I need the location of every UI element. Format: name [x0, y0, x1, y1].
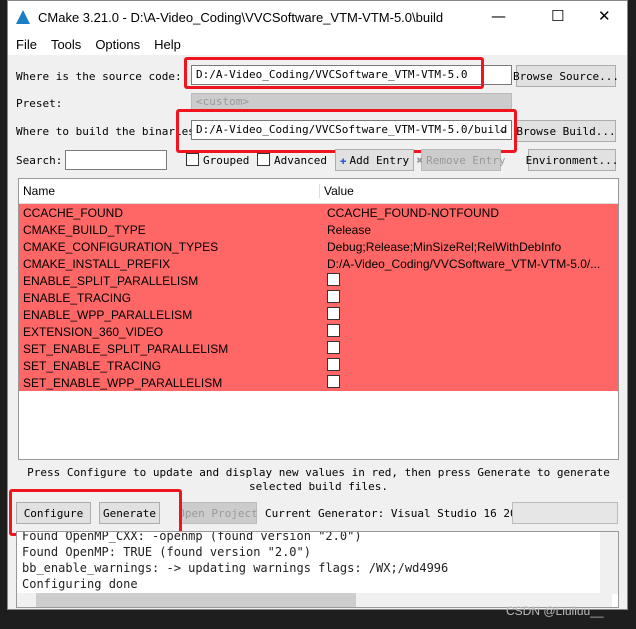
table-row[interactable]: EXTENSION_360_VIDEO	[19, 323, 618, 340]
row-name: SET_ENABLE_SPLIT_PARALLELISM	[23, 341, 229, 356]
row-name: CMAKE_BUILD_TYPE	[23, 222, 146, 237]
value-checkbox[interactable]	[327, 306, 340, 320]
row-name: SET_ENABLE_TRACING	[23, 358, 162, 373]
row-value[interactable]: Release	[323, 223, 618, 237]
row-name: ENABLE_TRACING	[23, 290, 132, 305]
row-value[interactable]	[323, 357, 618, 374]
row-value[interactable]: CCACHE_FOUND-NOTFOUND	[323, 206, 618, 220]
header-value[interactable]: Value	[320, 184, 354, 198]
value-checkbox[interactable]	[327, 374, 340, 388]
table-row[interactable]: CMAKE_CONFIGURATION_TYPES Debug;Release;M…	[19, 238, 618, 255]
row-name: CMAKE_CONFIGURATION_TYPES	[23, 239, 219, 254]
row-value[interactable]	[323, 323, 618, 340]
highlight-build	[176, 109, 517, 153]
menu-file[interactable]: File	[16, 37, 37, 52]
highlight-actions	[9, 489, 182, 536]
value-checkbox[interactable]	[327, 340, 340, 354]
table-row[interactable]: ENABLE_WPP_PARALLELISM	[19, 306, 618, 323]
row-name: SET_ENABLE_WPP_PARALLELISM	[23, 375, 223, 390]
log-line: Configuring done	[22, 577, 138, 591]
grouped-checkbox[interactable]	[186, 153, 199, 166]
table-row[interactable]: CMAKE_INSTALL_PREFIX D:/A-Video_Coding/VV…	[19, 255, 618, 272]
value-checkbox[interactable]	[327, 323, 340, 337]
log-line: Found OpenMP: TRUE (found version "2.0")	[22, 545, 311, 559]
search-input[interactable]	[65, 150, 167, 170]
window-title: CMake 3.21.0 - D:\A-Video_Coding\VVCSoft…	[38, 9, 444, 25]
add-entry-label: Add Entry	[349, 153, 410, 167]
progress-bar	[512, 502, 618, 524]
row-name: ENABLE_WPP_PARALLELISM	[23, 307, 193, 322]
highlight-source	[184, 57, 484, 89]
remove-entry-label: Remove Entry	[426, 153, 506, 167]
row-value[interactable]	[323, 306, 618, 323]
output-log[interactable]: Found OpenMP_CXX: -openmp (found version…	[16, 531, 619, 608]
browse-source-button[interactable]: Browse Source...	[513, 65, 619, 87]
table-row[interactable]: ENABLE_SPLIT_PARALLELISM	[19, 272, 618, 289]
value-checkbox[interactable]	[327, 357, 340, 371]
advanced-label: Advanced	[274, 154, 327, 167]
add-entry-button[interactable]: ✚ Add Entry	[335, 149, 414, 171]
row-value[interactable]	[323, 272, 618, 289]
cache-table: Name Value CCACHE_FOUND CCACHE_FOUND-NOTF…	[18, 178, 619, 460]
log-line: bb_enable_warnings: -> updating warnings…	[22, 561, 449, 575]
open-project-button: Open Project	[178, 502, 258, 524]
plus-icon: ✚	[339, 153, 347, 167]
value-checkbox[interactable]	[327, 289, 340, 303]
row-name: CMAKE_INSTALL_PREFIX	[23, 256, 171, 271]
menu-tools[interactable]: Tools	[51, 37, 81, 52]
minimize-icon[interactable]: —	[491, 7, 506, 25]
table-row[interactable]: SET_ENABLE_WPP_PARALLELISM	[19, 374, 618, 391]
remove-entry-button: ✖ Remove Entry	[416, 149, 506, 171]
value-checkbox[interactable]	[327, 272, 340, 286]
maximize-icon[interactable]: ☐	[551, 7, 564, 25]
browse-build-button[interactable]: Browse Build...	[516, 120, 616, 142]
row-value[interactable]: Debug;Release;MinSizeRel;RelWithDebInfo	[323, 240, 618, 254]
header-name[interactable]: Name	[19, 184, 320, 198]
scroll-thumb[interactable]	[36, 593, 356, 607]
cmake-logo-icon	[16, 10, 30, 24]
row-value[interactable]: D:/A-Video_Coding/VVCSoftware_VTM-VTM-5.…	[323, 257, 618, 271]
menu-help[interactable]: Help	[154, 37, 181, 52]
menu-options[interactable]: Options	[95, 37, 140, 52]
search-label: Search:	[16, 154, 63, 167]
row-name: EXTENSION_360_VIDEO	[23, 324, 164, 339]
cmake-window: CMake 3.21.0 - D:\A-Video_Coding\VVCSoft…	[7, 0, 628, 610]
row-name: CCACHE_FOUND	[23, 205, 124, 220]
title-bar: CMake 3.21.0 - D:\A-Video_Coding\VVCSoft…	[8, 1, 627, 33]
row-name: ENABLE_SPLIT_PARALLELISM	[23, 273, 199, 288]
table-row[interactable]: SET_ENABLE_TRACING	[19, 357, 618, 374]
log-line: Found OpenMP_CXX: -openmp (found version…	[22, 531, 362, 543]
advanced-checkbox[interactable]	[257, 153, 270, 166]
table-row[interactable]: CCACHE_FOUND CCACHE_FOUND-NOTFOUND	[19, 204, 618, 221]
row-value[interactable]	[323, 289, 618, 306]
source-label: Where is the source code:	[16, 70, 182, 83]
menu-bar: File Tools Options Help	[8, 33, 627, 55]
current-generator: Current Generator: Visual Studio 16 2019	[265, 507, 530, 520]
grouped-label: Grouped	[203, 154, 250, 167]
row-value[interactable]	[323, 374, 618, 391]
watermark: CSDN @Liulluu__	[506, 604, 604, 618]
table-header: Name Value	[19, 179, 618, 204]
table-row[interactable]: CMAKE_BUILD_TYPE Release	[19, 221, 618, 238]
vertical-scrollbar[interactable]	[600, 532, 618, 594]
remove-icon: ✖	[416, 153, 424, 167]
table-row[interactable]: SET_ENABLE_SPLIT_PARALLELISM	[19, 340, 618, 357]
preset-label: Preset:	[16, 97, 63, 110]
build-label: Where to build the binaries:	[16, 125, 202, 138]
environment-button[interactable]: Environment...	[526, 149, 618, 171]
close-icon[interactable]: ✕	[598, 7, 611, 25]
row-value[interactable]	[323, 340, 618, 357]
table-row[interactable]: ENABLE_TRACING	[19, 289, 618, 306]
